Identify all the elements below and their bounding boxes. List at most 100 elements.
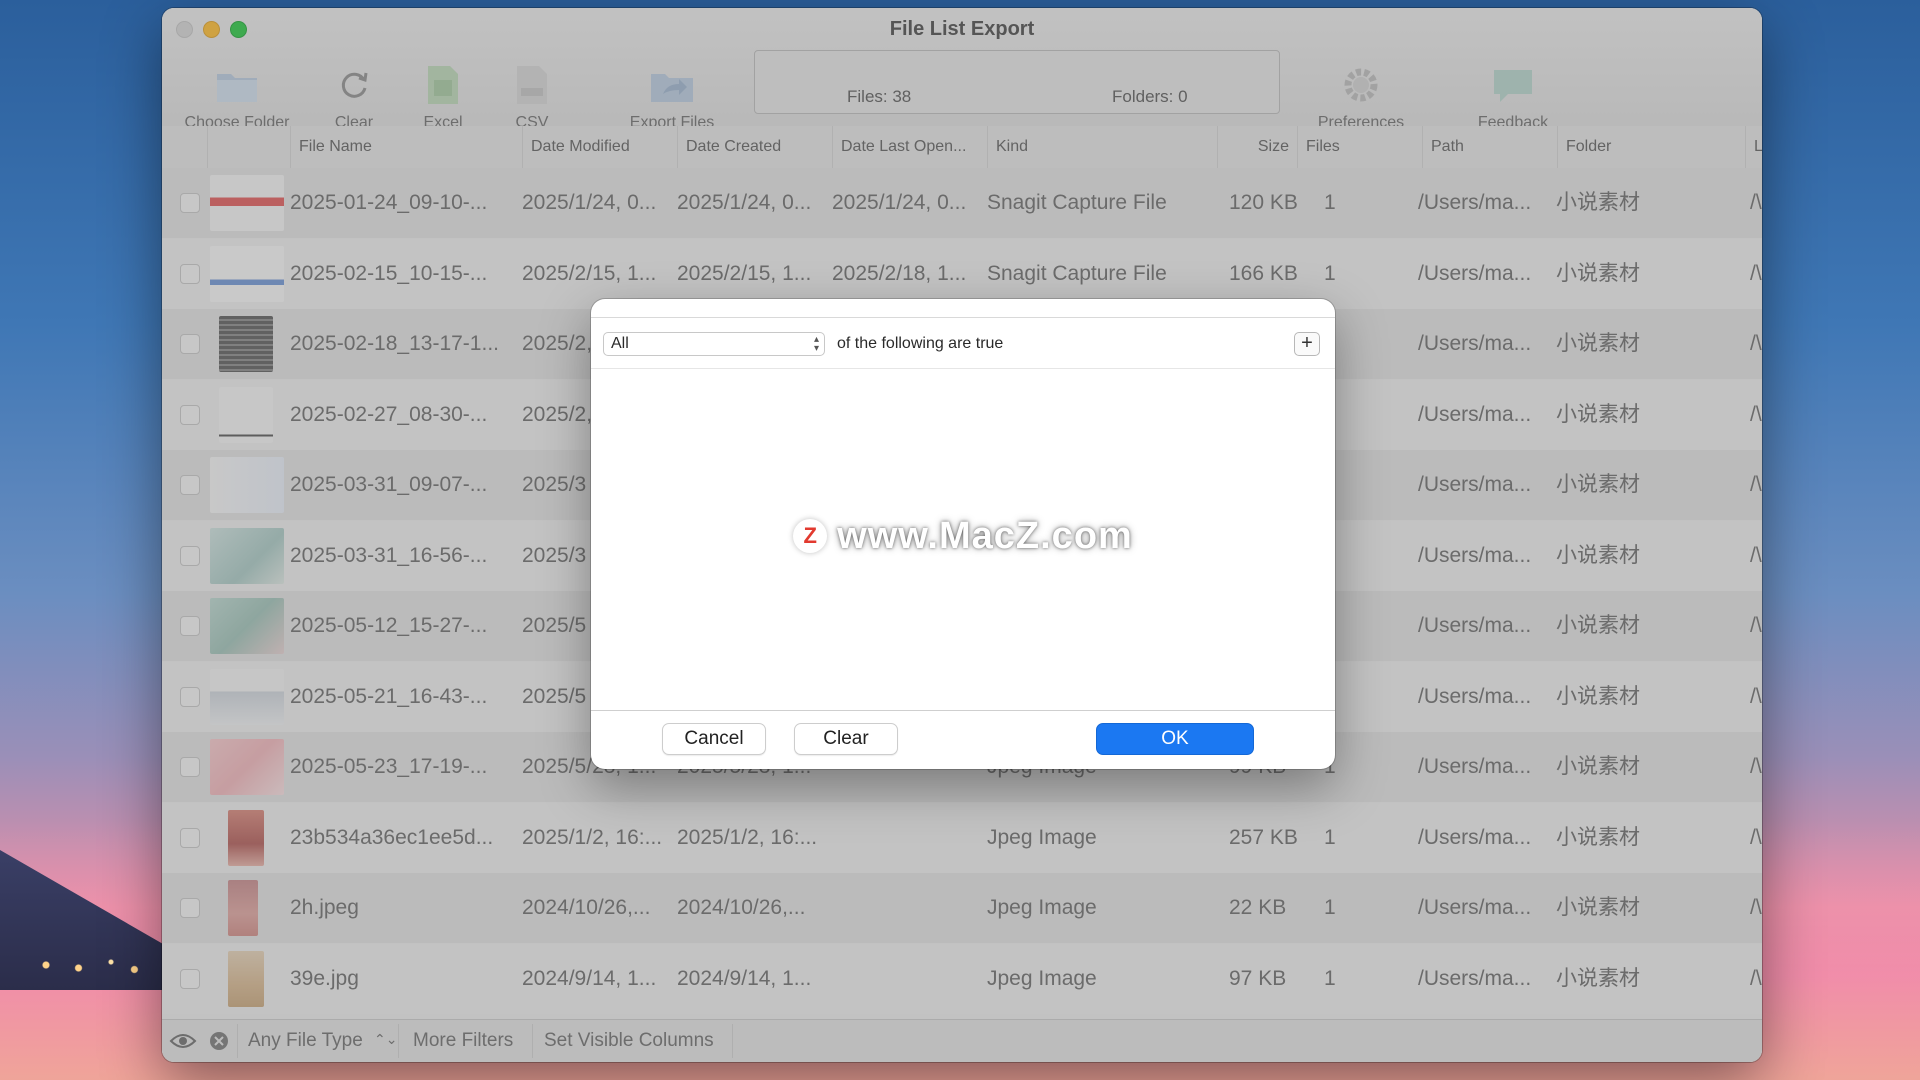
file-thumbnail [210, 668, 284, 725]
row-checkbox[interactable] [180, 827, 200, 848]
file-thumbnail [228, 880, 258, 936]
row-checkbox[interactable] [180, 193, 200, 213]
row-checkbox[interactable] [180, 616, 200, 636]
file-thumbnail [210, 739, 284, 795]
row-checkbox[interactable] [180, 334, 200, 354]
statusbar-divider [532, 1024, 533, 1058]
cell-path: /Users/ma... [1418, 473, 1532, 496]
row-checkbox[interactable] [180, 757, 200, 777]
row-checkbox[interactable] [180, 404, 200, 425]
csv-button[interactable]: CSV [462, 60, 602, 132]
statusbar-divider [398, 1024, 399, 1058]
cell-modified: 2025/1/2, 16:... [522, 825, 663, 849]
add-rule-button[interactable]: + [1294, 332, 1320, 356]
column-header: File Name Date Modified Date Created Dat… [162, 126, 1762, 169]
cell-name: 2h.jpeg [290, 896, 359, 919]
header-files[interactable]: Files [1297, 126, 1422, 168]
match-type-select[interactable]: All ▴ ▾ [603, 332, 825, 356]
cell-path: /Users/ma... [1418, 614, 1532, 637]
dialog-top-divider [591, 317, 1335, 318]
row-checkbox[interactable] [180, 475, 200, 495]
cell-modified: 2025/1/24, 0... [522, 191, 657, 214]
table-row[interactable]: 2025-02-15_10-15-... 2025/2/15, 1... 2025/… [162, 238, 1762, 309]
cell-files: 1 [1324, 966, 1336, 990]
header-folder[interactable]: Folder [1557, 126, 1685, 168]
header-size[interactable]: Size [1217, 126, 1297, 168]
table-row[interactable]: 23b534a36ec1ee5d... 2025/1/2, 16:... 2025/… [162, 802, 1762, 873]
cell-name: 2025-02-18_13-17-1... [290, 332, 499, 355]
cell-opened: 2025/2/18, 1... [832, 261, 967, 285]
cell-extra: /\ [1750, 825, 1762, 849]
cell-modified: 2025/2/15, 1... [522, 261, 657, 285]
file-thumbnail [228, 809, 264, 866]
statusbar-divider [237, 1024, 238, 1058]
file-thumbnail [210, 245, 284, 302]
window-title: File List Export [889, 18, 1035, 40]
cell-opened [832, 873, 987, 943]
cancel-button[interactable]: Cancel [662, 723, 766, 755]
eye-icon[interactable] [168, 1020, 198, 1062]
cell-folder: 小说素材 [1556, 825, 1640, 849]
refresh-icon [337, 60, 371, 110]
cell-name: 2025-05-23_17-19-... [290, 755, 488, 778]
cell-path: /Users/ma... [1418, 402, 1532, 426]
cell-created: 2025/2/15, 1... [677, 261, 812, 285]
feedback-icon [1492, 60, 1534, 110]
cell-folder: 小说素材 [1556, 684, 1640, 708]
cell-extra: /\ [1750, 473, 1762, 496]
ok-button[interactable]: OK [1096, 723, 1254, 755]
dialog-clear-button[interactable]: Clear [794, 723, 898, 755]
header-file-name[interactable]: File Name [290, 126, 522, 168]
toolbar: File List Export Choose Folder Clear Exc… [162, 8, 1762, 131]
file-stats-panel: Files: 38 Folders: 0 [754, 50, 1280, 114]
gear-icon [1339, 60, 1383, 110]
cell-name: 23b534a36ec1ee5d... [290, 825, 494, 849]
set-visible-columns-button[interactable]: Set Visible Columns [544, 1020, 714, 1062]
header-date-last-opened[interactable]: Date Last Open... [832, 126, 987, 168]
feedback-button[interactable]: Feedback [1443, 60, 1583, 132]
row-checkbox[interactable] [180, 898, 200, 918]
cell-files: 1 [1324, 191, 1336, 214]
table-row[interactable]: 2025-01-24_09-10-... 2025/1/24, 0... 2025/… [162, 168, 1762, 238]
watermark-logo: Z [793, 519, 828, 553]
cell-path: /Users/ma... [1418, 543, 1532, 567]
cell-extra: /\ [1750, 543, 1762, 567]
file-thumbnail [210, 598, 284, 654]
cell-files: 1 [1324, 896, 1336, 919]
cell-name: 2025-05-21_16-43-... [290, 684, 488, 708]
cell-extra: /\ [1750, 684, 1762, 708]
row-checkbox[interactable] [180, 263, 200, 284]
header-location[interactable]: L [1745, 126, 1762, 168]
header-path[interactable]: Path [1422, 126, 1557, 168]
file-thumbnail [210, 527, 284, 584]
bottom-bar: Any File Type ⌃⌄ More Filters Set Visibl… [162, 1019, 1762, 1062]
cell-folder: 小说素材 [1556, 402, 1640, 426]
export-files-button[interactable]: Export Files [602, 60, 742, 132]
cell-size: 97 KB [1229, 966, 1287, 990]
clear-filter-icon[interactable] [208, 1020, 230, 1062]
cell-size: 22 KB [1229, 896, 1287, 919]
cell-modified: 2024/9/14, 1... [522, 966, 657, 990]
table-row[interactable]: 39e.jpg 2024/9/14, 1... 2024/9/14, 1... Jpe… [162, 943, 1762, 1014]
header-kind[interactable]: Kind [987, 126, 1217, 168]
row-checkbox[interactable] [180, 968, 200, 989]
cell-kind: Snagit Capture File [987, 191, 1167, 214]
row-checkbox[interactable] [180, 545, 200, 566]
csv-file-icon [515, 60, 549, 110]
more-filters-button[interactable]: More Filters [413, 1020, 513, 1062]
cell-size: 120 KB [1229, 191, 1298, 214]
header-date-modified[interactable]: Date Modified [522, 126, 677, 168]
cell-created: 2025/1/24, 0... [677, 191, 812, 214]
file-type-popup[interactable]: Any File Type ⌃⌄ [248, 1020, 398, 1062]
cell-folder: 小说素材 [1556, 896, 1640, 919]
cell-modified: 2024/10/26,... [522, 896, 651, 919]
table-row[interactable]: 2h.jpeg 2024/10/26,... 2024/10/26,... Jpeg … [162, 873, 1762, 943]
preferences-button[interactable]: Preferences [1291, 60, 1431, 132]
file-thumbnail [210, 457, 284, 513]
file-thumbnail [219, 316, 273, 372]
cell-path: /Users/ma... [1418, 966, 1532, 990]
row-checkbox[interactable] [180, 686, 200, 707]
header-date-created[interactable]: Date Created [677, 126, 832, 168]
cell-name: 2025-01-24_09-10-... [290, 191, 488, 214]
predicate-label: of the following are true [837, 335, 1004, 352]
